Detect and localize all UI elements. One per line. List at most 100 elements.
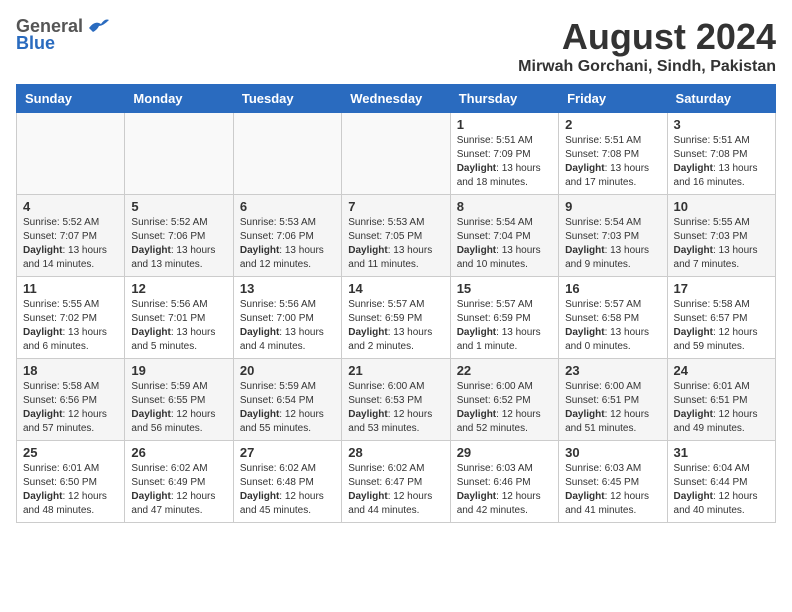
day-info: Sunrise: 5:57 AMSunset: 6:59 PMDaylight:… [348,298,443,354]
calendar-cell: 10 Sunrise: 5:55 AMSunset: 7:03 PMDayligh… [667,195,775,277]
day-info: Sunrise: 5:59 AMSunset: 6:55 PMDaylight:… [131,380,226,436]
calendar-cell: 1 Sunrise: 5:51 AMSunset: 7:09 PMDaylight… [450,113,558,195]
header-thursday: Thursday [450,85,558,113]
day-info: Sunrise: 5:59 AMSunset: 6:54 PMDaylight:… [240,380,335,436]
day-number: 30 [565,445,660,460]
calendar-cell: 22 Sunrise: 6:00 AMSunset: 6:52 PMDayligh… [450,359,558,441]
day-info: Sunrise: 5:51 AMSunset: 7:08 PMDaylight:… [565,134,660,190]
calendar-cell [233,113,341,195]
logo: General Blue [16,16,109,54]
day-info: Sunrise: 5:52 AMSunset: 7:07 PMDaylight:… [23,216,118,272]
day-number: 9 [565,199,660,214]
day-number: 12 [131,281,226,296]
header-tuesday: Tuesday [233,85,341,113]
calendar-week-row: 11Sunrise: 5:55 AMSunset: 7:02 PMDayligh… [17,277,776,359]
day-info: Sunrise: 5:51 AMSunset: 7:08 PMDaylight:… [674,134,769,190]
day-number: 13 [240,281,335,296]
day-info: Sunrise: 5:55 AMSunset: 7:03 PMDaylight:… [674,216,769,272]
day-number: 27 [240,445,335,460]
calendar-cell: 21Sunrise: 6:00 AMSunset: 6:53 PMDayligh… [342,359,450,441]
calendar-cell: 28Sunrise: 6:02 AMSunset: 6:47 PMDayligh… [342,441,450,523]
day-info: Sunrise: 5:57 AMSunset: 6:58 PMDaylight:… [565,298,660,354]
day-number: 8 [457,199,552,214]
calendar-week-row: 1 Sunrise: 5:51 AMSunset: 7:09 PMDaylight… [17,113,776,195]
header-saturday: Saturday [667,85,775,113]
day-number: 10 [674,199,769,214]
day-number: 11 [23,281,118,296]
day-number: 22 [457,363,552,378]
day-number: 20 [240,363,335,378]
logo-bird-icon [87,18,109,36]
day-number: 5 [131,199,226,214]
day-info: Sunrise: 6:02 AMSunset: 6:48 PMDaylight:… [240,462,335,518]
day-number: 31 [674,445,769,460]
calendar-cell: 29 Sunrise: 6:03 AMSunset: 6:46 PMDayligh… [450,441,558,523]
day-number: 19 [131,363,226,378]
header-sunday: Sunday [17,85,125,113]
day-info: Sunrise: 5:57 AMSunset: 6:59 PMDaylight:… [457,298,552,354]
day-number: 17 [674,281,769,296]
calendar-cell: 27 Sunrise: 6:02 AMSunset: 6:48 PMDayligh… [233,441,341,523]
calendar-week-row: 18 Sunrise: 5:58 AMSunset: 6:56 PMDayligh… [17,359,776,441]
day-info: Sunrise: 6:03 AMSunset: 6:46 PMDaylight:… [457,462,552,518]
header-wednesday: Wednesday [342,85,450,113]
calendar-cell [342,113,450,195]
logo-blue-text: Blue [16,33,55,54]
calendar-table: Sunday Monday Tuesday Wednesday Thursday… [16,84,776,523]
day-number: 14 [348,281,443,296]
day-number: 1 [457,117,552,132]
location-title: Mirwah Gorchani, Sindh, Pakistan [518,58,776,76]
day-info: Sunrise: 5:53 AMSunset: 7:05 PMDaylight:… [348,216,443,272]
day-number: 21 [348,363,443,378]
day-info: Sunrise: 6:03 AMSunset: 6:45 PMDaylight:… [565,462,660,518]
day-info: Sunrise: 5:56 AMSunset: 7:00 PMDaylight:… [240,298,335,354]
day-info: Sunrise: 6:01 AMSunset: 6:50 PMDaylight:… [23,462,118,518]
day-number: 18 [23,363,118,378]
calendar-cell: 9 Sunrise: 5:54 AMSunset: 7:03 PMDaylight… [559,195,667,277]
calendar-cell: 4 Sunrise: 5:52 AMSunset: 7:07 PMDaylight… [17,195,125,277]
title-section: August 2024 Mirwah Gorchani, Sindh, Paki… [518,16,776,76]
header-monday: Monday [125,85,233,113]
calendar-cell: 15Sunrise: 5:57 AMSunset: 6:59 PMDayligh… [450,277,558,359]
calendar-cell: 17 Sunrise: 5:58 AMSunset: 6:57 PMDayligh… [667,277,775,359]
day-number: 29 [457,445,552,460]
day-info: Sunrise: 5:56 AMSunset: 7:01 PMDaylight:… [131,298,226,354]
day-number: 25 [23,445,118,460]
day-info: Sunrise: 5:54 AMSunset: 7:03 PMDaylight:… [565,216,660,272]
calendar-cell: 20 Sunrise: 5:59 AMSunset: 6:54 PMDayligh… [233,359,341,441]
day-info: Sunrise: 6:01 AMSunset: 6:51 PMDaylight:… [674,380,769,436]
day-info: Sunrise: 5:58 AMSunset: 6:56 PMDaylight:… [23,380,118,436]
day-number: 2 [565,117,660,132]
calendar-cell: 19 Sunrise: 5:59 AMSunset: 6:55 PMDayligh… [125,359,233,441]
calendar-cell [125,113,233,195]
day-info: Sunrise: 6:02 AMSunset: 6:49 PMDaylight:… [131,462,226,518]
day-info: Sunrise: 6:00 AMSunset: 6:52 PMDaylight:… [457,380,552,436]
calendar-cell: 23Sunrise: 6:00 AMSunset: 6:51 PMDayligh… [559,359,667,441]
calendar-cell: 13 Sunrise: 5:56 AMSunset: 7:00 PMDayligh… [233,277,341,359]
day-number: 16 [565,281,660,296]
page-header: General Blue August 2024 Mirwah Gorchani… [16,16,776,76]
header-friday: Friday [559,85,667,113]
calendar-cell: 3Sunrise: 5:51 AMSunset: 7:08 PMDaylight… [667,113,775,195]
day-info: Sunrise: 6:04 AMSunset: 6:44 PMDaylight:… [674,462,769,518]
calendar-cell: 30 Sunrise: 6:03 AMSunset: 6:45 PMDayligh… [559,441,667,523]
calendar-cell: 16 Sunrise: 5:57 AMSunset: 6:58 PMDayligh… [559,277,667,359]
day-info: Sunrise: 5:54 AMSunset: 7:04 PMDaylight:… [457,216,552,272]
day-number: 6 [240,199,335,214]
calendar-cell: 25 Sunrise: 6:01 AMSunset: 6:50 PMDayligh… [17,441,125,523]
calendar-cell: 18 Sunrise: 5:58 AMSunset: 6:56 PMDayligh… [17,359,125,441]
day-number: 4 [23,199,118,214]
day-number: 26 [131,445,226,460]
calendar-cell: 11Sunrise: 5:55 AMSunset: 7:02 PMDayligh… [17,277,125,359]
calendar-cell: 14 Sunrise: 5:57 AMSunset: 6:59 PMDayligh… [342,277,450,359]
calendar-cell: 6 Sunrise: 5:53 AMSunset: 7:06 PMDaylight… [233,195,341,277]
day-info: Sunrise: 5:53 AMSunset: 7:06 PMDaylight:… [240,216,335,272]
calendar-cell: 12 Sunrise: 5:56 AMSunset: 7:01 PMDayligh… [125,277,233,359]
calendar-cell: 26 Sunrise: 6:02 AMSunset: 6:49 PMDayligh… [125,441,233,523]
calendar-week-row: 25 Sunrise: 6:01 AMSunset: 6:50 PMDayligh… [17,441,776,523]
calendar-cell: 8 Sunrise: 5:54 AMSunset: 7:04 PMDaylight… [450,195,558,277]
calendar-cell: 7Sunrise: 5:53 AMSunset: 7:05 PMDaylight… [342,195,450,277]
day-info: Sunrise: 5:58 AMSunset: 6:57 PMDaylight:… [674,298,769,354]
calendar-cell: 31 Sunrise: 6:04 AMSunset: 6:44 PMDayligh… [667,441,775,523]
day-info: Sunrise: 5:51 AMSunset: 7:09 PMDaylight:… [457,134,552,190]
